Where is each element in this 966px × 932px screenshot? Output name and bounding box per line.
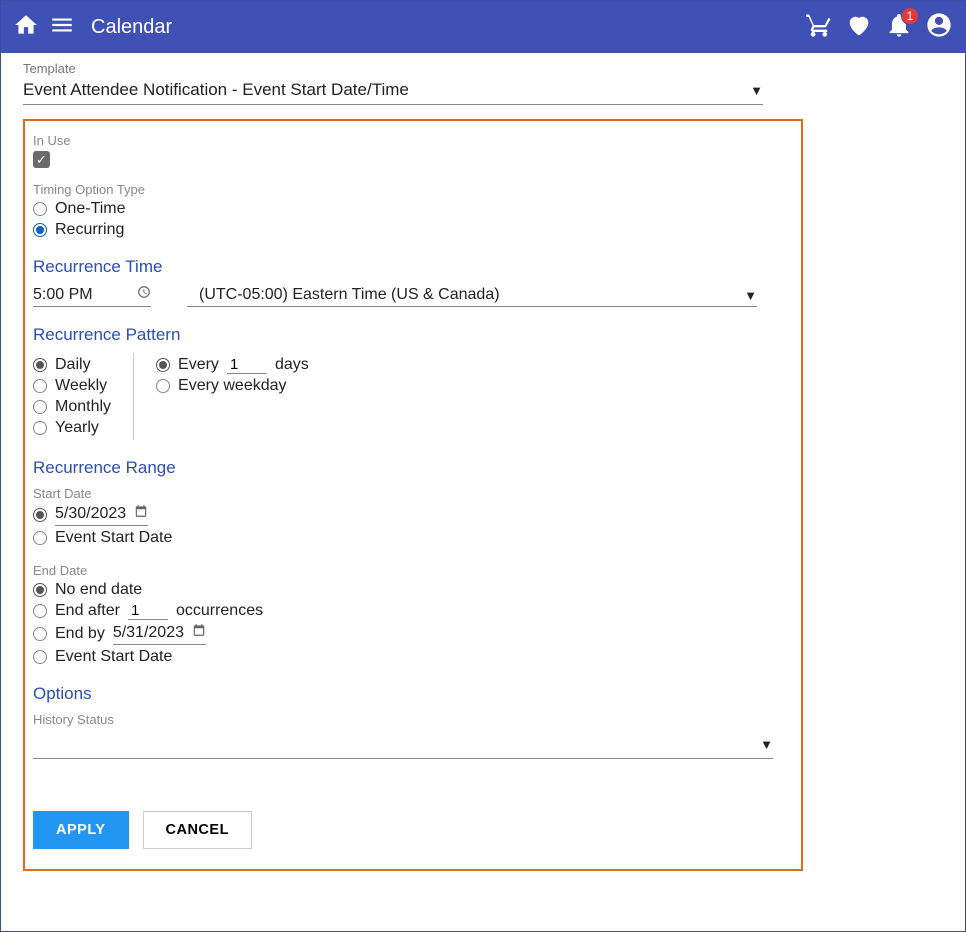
- radio-icon: [33, 400, 47, 414]
- chevron-down-icon: ▼: [744, 288, 757, 303]
- radio-icon: [156, 379, 170, 393]
- template-select[interactable]: Event Attendee Notification - Event Star…: [23, 78, 763, 105]
- cart-icon[interactable]: [805, 11, 833, 43]
- start-date-specific[interactable]: 5/30/2023: [33, 504, 781, 526]
- template-label: Template: [23, 61, 943, 76]
- timezone-select[interactable]: (UTC-05:00) Eastern Time (US & Canada) ▼: [187, 286, 757, 307]
- timing-recurring[interactable]: Recurring: [33, 221, 781, 239]
- check-icon: ✓: [36, 152, 47, 168]
- apply-button[interactable]: APPLY: [33, 811, 129, 849]
- radio-icon: [33, 421, 47, 435]
- radio-icon: [33, 202, 47, 216]
- timing-type-label: Timing Option Type: [33, 182, 781, 197]
- every-days-input[interactable]: [227, 356, 267, 374]
- in-use-checkbox[interactable]: ✓: [33, 151, 50, 168]
- pattern-weekly[interactable]: Weekly: [33, 377, 111, 395]
- start-date-label: Start Date: [33, 486, 781, 501]
- start-date-value[interactable]: 5/30/2023: [55, 505, 126, 523]
- notification-badge: 1: [901, 7, 919, 25]
- appbar: Calendar 1: [1, 1, 965, 53]
- radio-selected-icon: [33, 583, 47, 597]
- radio-selected-icon: [33, 508, 47, 522]
- end-date-label: End Date: [33, 563, 781, 578]
- radio-icon: [33, 604, 47, 618]
- account-icon[interactable]: [925, 11, 953, 43]
- recurrence-range-heading: Recurrence Range: [33, 458, 781, 478]
- page-title: Calendar: [91, 16, 172, 39]
- recurrence-time-heading: Recurrence Time: [33, 257, 781, 277]
- end-no-end[interactable]: No end date: [33, 581, 781, 599]
- history-status-label: History Status: [33, 712, 781, 727]
- heart-icon[interactable]: [845, 11, 873, 43]
- chevron-down-icon: ▼: [760, 737, 773, 752]
- radio-icon: [33, 627, 47, 641]
- timing-onetime[interactable]: One-Time: [33, 200, 781, 218]
- end-by-date-value[interactable]: 5/31/2023: [113, 624, 184, 642]
- pattern-every-weekday[interactable]: Every weekday: [156, 377, 309, 395]
- end-event-start[interactable]: Event Start Date: [33, 648, 781, 666]
- history-status-select[interactable]: ▼: [33, 731, 773, 759]
- chevron-down-icon: ▼: [750, 83, 763, 98]
- radio-selected-icon: [33, 223, 47, 237]
- pattern-daily[interactable]: Daily: [33, 356, 111, 374]
- calendar-icon[interactable]: [134, 504, 148, 523]
- radio-icon: [33, 531, 47, 545]
- end-after-n[interactable]: End after occurrences: [33, 602, 781, 620]
- pattern-yearly[interactable]: Yearly: [33, 419, 111, 437]
- start-event-start[interactable]: Event Start Date: [33, 529, 781, 547]
- highlighted-form-section: In Use ✓ Timing Option Type One-Time Rec…: [23, 119, 803, 871]
- end-after-input[interactable]: [128, 602, 168, 620]
- radio-icon: [33, 379, 47, 393]
- pattern-every-n-days[interactable]: Every days: [156, 356, 309, 374]
- radio-icon: [33, 650, 47, 664]
- cancel-button[interactable]: CANCEL: [143, 811, 252, 849]
- radio-selected-icon: [156, 358, 170, 372]
- calendar-icon[interactable]: [192, 623, 206, 642]
- menu-icon[interactable]: [49, 12, 75, 42]
- template-value: Event Attendee Notification - Event Star…: [23, 80, 409, 100]
- pattern-monthly[interactable]: Monthly: [33, 398, 111, 416]
- notifications-icon[interactable]: 1: [885, 11, 913, 43]
- recurrence-pattern-heading: Recurrence Pattern: [33, 325, 781, 345]
- end-by-date[interactable]: End by 5/31/2023: [33, 623, 781, 645]
- home-icon[interactable]: [13, 12, 39, 42]
- in-use-label: In Use: [33, 133, 781, 148]
- options-heading: Options: [33, 684, 781, 704]
- recurrence-time-input[interactable]: 5:00 PM: [33, 285, 151, 307]
- clock-icon: [137, 285, 151, 304]
- radio-selected-icon: [33, 358, 47, 372]
